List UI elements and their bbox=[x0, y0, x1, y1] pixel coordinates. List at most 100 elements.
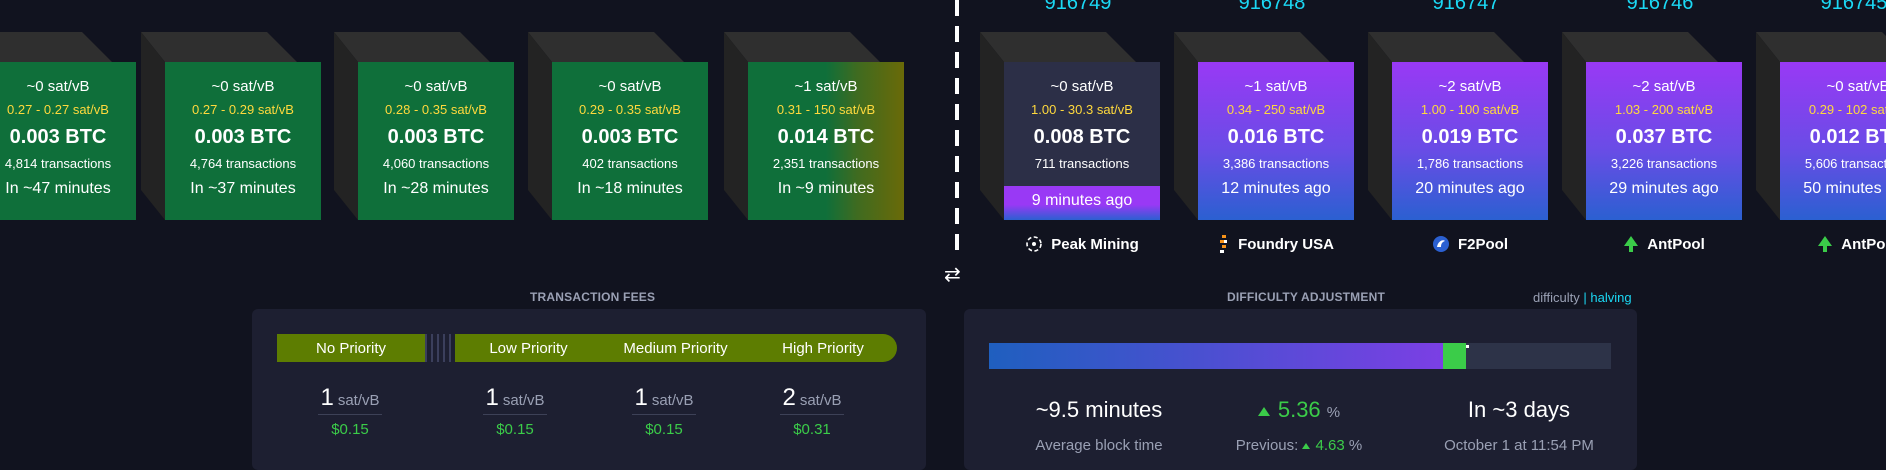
block-tx-count: 4,814 transactions bbox=[4, 156, 112, 171]
block-fee-range: 1.00 - 100 sat/vB bbox=[1420, 102, 1520, 117]
antpool-icon bbox=[1624, 236, 1639, 252]
fee-usd: $0.15 bbox=[645, 421, 683, 438]
fee-value: 1 bbox=[320, 384, 334, 411]
fee-usd: $0.31 bbox=[793, 421, 831, 438]
block-time-ago: 9 minutes ago bbox=[1004, 186, 1160, 220]
arrow-up-icon bbox=[1257, 406, 1270, 416]
block-tx-count: 402 transactions bbox=[582, 156, 678, 171]
fee-value: 1 bbox=[634, 384, 648, 411]
mining-pool[interactable]: F2Pool bbox=[1392, 234, 1548, 254]
block-height[interactable]: 916746 bbox=[1582, 0, 1738, 15]
block-tx-count: 1,786 transactions bbox=[1416, 156, 1524, 171]
average-block-time: ~9.5 minutes Average block time bbox=[1019, 397, 1179, 454]
block-height[interactable]: 916749 bbox=[1000, 0, 1156, 15]
difficulty-toggle[interactable]: difficulty bbox=[1533, 290, 1580, 305]
change-value: 5.36 bbox=[1277, 397, 1321, 422]
change-unit: % bbox=[1326, 404, 1341, 421]
antpool-icon bbox=[1818, 236, 1833, 252]
fee-bar-gap bbox=[425, 334, 455, 362]
fee-medium-priority: 1 sat/vB $0.15 bbox=[604, 384, 724, 438]
avg-block-time-label: Average block time bbox=[1035, 437, 1163, 454]
block-tx-count: 3,226 transactions bbox=[1610, 156, 1718, 171]
halving-toggle[interactable]: halving bbox=[1590, 290, 1631, 305]
block-total-btc: 0.003 BTC bbox=[387, 126, 485, 148]
block-total-btc: 0.012 BTC bbox=[1809, 126, 1886, 148]
block-total-btc: 0.003 BTC bbox=[194, 126, 292, 148]
mining-pool[interactable]: Foundry USA bbox=[1198, 234, 1354, 254]
block-tx-count: 5,606 transactions bbox=[1804, 156, 1886, 171]
mempool-block[interactable]: ~0 sat/vB 0.27 - 0.27 sat/vB 0.003 BTC 4… bbox=[0, 32, 136, 220]
block-fee-range: 1.00 - 30.3 sat/vB bbox=[1031, 102, 1133, 117]
block-total-btc: 0.019 BTC bbox=[1421, 126, 1519, 148]
mempool-block[interactable]: ~1 sat/vB 0.31 - 150 sat/vB 0.014 BTC 2,… bbox=[724, 32, 904, 220]
low-priority-label: Low Priority bbox=[455, 334, 602, 362]
block-eta: In ~37 minutes bbox=[190, 180, 296, 197]
block-eta: In ~18 minutes bbox=[577, 180, 683, 197]
mempool-block[interactable]: ~0 sat/vB 0.28 - 0.35 sat/vB 0.003 BTC 4… bbox=[334, 32, 514, 220]
pool-name: AntPool bbox=[1647, 235, 1705, 253]
toggle-separator: | bbox=[1583, 290, 1587, 305]
difficulty-expected-marker bbox=[1466, 345, 1469, 348]
mining-pool[interactable]: Peak Mining bbox=[1004, 234, 1160, 254]
mining-pool[interactable]: AntPool bbox=[1586, 234, 1742, 254]
block-median-fee: ~0 sat/vB bbox=[1050, 78, 1114, 95]
pool-name: F2Pool bbox=[1457, 235, 1508, 253]
eta-value: In ~3 days bbox=[1467, 397, 1571, 422]
high-priority-label: High Priority bbox=[749, 334, 897, 362]
pool-name: Peak Mining bbox=[1051, 235, 1139, 253]
block-time-ago: 50 minutes ago bbox=[1803, 180, 1886, 197]
block-total-btc: 0.003 BTC bbox=[581, 126, 679, 148]
block-tx-count: 2,351 transactions bbox=[772, 156, 880, 171]
mempool-divider bbox=[955, 0, 959, 250]
pool-name: AntPool bbox=[1841, 235, 1886, 253]
block-median-fee: ~2 sat/vB bbox=[1438, 78, 1502, 95]
block-tx-count: 711 transactions bbox=[1034, 156, 1130, 171]
block-fee-range: 0.27 - 0.29 sat/vB bbox=[192, 102, 294, 117]
block-tx-count: 3,386 transactions bbox=[1222, 156, 1330, 171]
block-fee-range: 0.34 - 250 sat/vB bbox=[1226, 102, 1326, 117]
block-height[interactable]: 916745 bbox=[1776, 0, 1886, 15]
swap-direction-icon[interactable]: ⇄ bbox=[944, 262, 961, 287]
fee-priority-bar: No Priority Low Priority Medium Priority… bbox=[277, 334, 897, 362]
block-time-ago: 29 minutes ago bbox=[1609, 180, 1719, 197]
block-fee-range: 0.29 - 0.35 sat/vB bbox=[579, 102, 681, 117]
fee-unit: sat/vB bbox=[502, 392, 545, 409]
block-median-fee: ~0 sat/vB bbox=[598, 78, 662, 95]
mining-pool[interactable]: AntPool bbox=[1780, 234, 1886, 254]
transaction-fees-panel: No Priority Low Priority Medium Priority… bbox=[252, 309, 926, 470]
block-total-btc: 0.008 BTC bbox=[1033, 126, 1131, 148]
mempool-block[interactable]: ~0 sat/vB 0.27 - 0.29 sat/vB 0.003 BTC 4… bbox=[141, 32, 321, 220]
difficulty-adjustment-panel: ~9.5 minutes Average block time 5.36 % P… bbox=[964, 309, 1637, 470]
fee-high-priority: 2 sat/vB $0.31 bbox=[752, 384, 872, 438]
block-height[interactable]: 916748 bbox=[1194, 0, 1350, 15]
f2pool-icon bbox=[1432, 236, 1449, 252]
block-tx-count: 4,764 transactions bbox=[189, 156, 297, 171]
block-median-fee: ~1 sat/vB bbox=[1244, 78, 1308, 95]
difficulty-adjustment-title: DIFFICULTY ADJUSTMENT bbox=[1227, 290, 1385, 304]
fee-value: 2 bbox=[782, 384, 796, 411]
block-total-btc: 0.016 BTC bbox=[1227, 126, 1325, 148]
mempool-block[interactable]: ~0 sat/vB 0.29 - 0.35 sat/vB 0.003 BTC 4… bbox=[528, 32, 708, 220]
block-median-fee: ~2 sat/vB bbox=[1632, 78, 1696, 95]
block-height[interactable]: 916747 bbox=[1388, 0, 1544, 15]
blockchain-blocks: ~0 sat/vB 0.27 - 0.27 sat/vB 0.003 BTC 4… bbox=[0, 0, 1886, 270]
transaction-fees-title: TRANSACTION FEES bbox=[530, 290, 656, 304]
block-eta: In ~28 minutes bbox=[383, 180, 489, 197]
block-median-fee: ~1 sat/vB bbox=[794, 78, 858, 95]
block-time-ago: 12 minutes ago bbox=[1221, 180, 1331, 197]
block-fee-range: 0.29 - 102 sat/vB bbox=[1808, 102, 1886, 117]
previous-unit: % bbox=[1348, 437, 1363, 454]
block-fee-range: 0.28 - 0.35 sat/vB bbox=[385, 102, 487, 117]
foundry-usa-icon bbox=[1220, 235, 1228, 253]
block-tx-count: 4,060 transactions bbox=[382, 156, 490, 171]
block-total-btc: 0.014 BTC bbox=[777, 126, 875, 148]
block-median-fee: ~0 sat/vB bbox=[404, 78, 468, 95]
block-eta: In ~47 minutes bbox=[5, 180, 111, 197]
block-time-ago: 20 minutes ago bbox=[1415, 180, 1525, 197]
previous-label: Previous: bbox=[1235, 437, 1299, 454]
block-total-btc: 0.037 BTC bbox=[1615, 126, 1713, 148]
block-total-btc: 0.003 BTC bbox=[9, 126, 107, 148]
difficulty-halving-toggle: difficulty | halving bbox=[1533, 290, 1632, 305]
block-median-fee: ~0 sat/vB bbox=[1826, 78, 1886, 95]
fee-unit: sat/vB bbox=[799, 392, 842, 409]
